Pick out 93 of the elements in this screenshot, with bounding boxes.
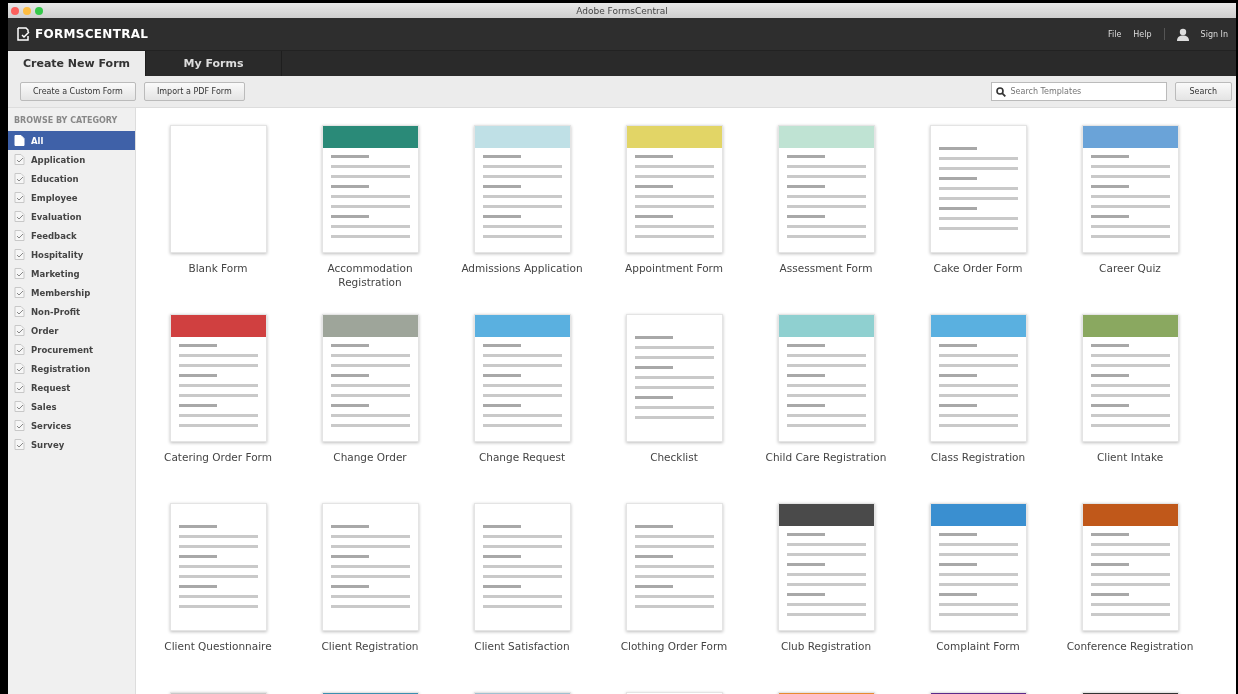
tab[interactable]: Create New Form bbox=[8, 51, 146, 76]
template-name[interactable]: Client Intake bbox=[1060, 450, 1200, 464]
form-thumbnail[interactable] bbox=[321, 125, 419, 253]
template-name[interactable]: Catering Order Form bbox=[148, 450, 288, 464]
template-name[interactable]: Cake Order Form bbox=[908, 261, 1048, 275]
template-name[interactable]: Club Registration bbox=[756, 639, 896, 653]
form-thumbnail[interactable] bbox=[625, 314, 723, 442]
template-name[interactable]: Child Care Registration bbox=[756, 450, 896, 464]
form-thumbnail[interactable] bbox=[1081, 503, 1179, 631]
search-button[interactable]: Search bbox=[1174, 82, 1232, 101]
category-item[interactable]: Employee bbox=[8, 188, 135, 207]
category-item[interactable]: Education bbox=[8, 169, 135, 188]
document-icon bbox=[14, 401, 25, 412]
user-icon[interactable] bbox=[1176, 27, 1189, 41]
document-icon bbox=[14, 306, 25, 317]
search-icon bbox=[995, 87, 1006, 97]
document-icon bbox=[14, 230, 25, 241]
form-thumbnail[interactable] bbox=[625, 125, 723, 253]
document-icon bbox=[14, 363, 25, 374]
form-logo-icon bbox=[16, 27, 30, 41]
form-thumbnail[interactable] bbox=[625, 503, 723, 631]
form-thumbnail[interactable] bbox=[473, 125, 571, 253]
form-thumbnail[interactable] bbox=[169, 125, 267, 253]
document-icon bbox=[14, 173, 25, 184]
template-name[interactable]: Complaint Form bbox=[908, 639, 1048, 653]
category-item[interactable]: Request bbox=[8, 378, 135, 397]
form-thumbnail[interactable] bbox=[169, 503, 267, 631]
template-name[interactable]: Change Request bbox=[452, 450, 592, 464]
category-item[interactable]: Survey bbox=[8, 435, 135, 454]
search-field[interactable]: Search Templates bbox=[990, 82, 1167, 101]
template-name[interactable]: Client Satisfaction bbox=[452, 639, 592, 653]
form-thumbnail[interactable] bbox=[1081, 314, 1179, 442]
category-item[interactable]: Order bbox=[8, 321, 135, 340]
form-thumbnail[interactable] bbox=[777, 125, 875, 253]
form-thumbnail[interactable] bbox=[473, 503, 571, 631]
sidebar-heading: BROWSE BY CATEGORY bbox=[13, 115, 119, 127]
close-button[interactable] bbox=[11, 6, 19, 15]
template-name[interactable]: Client Registration bbox=[300, 639, 440, 653]
template-name[interactable]: Clothing Order Form bbox=[604, 639, 744, 653]
template-name[interactable]: Checklist bbox=[604, 450, 744, 464]
category-item[interactable]: All bbox=[8, 131, 135, 150]
window-title: Adobe FormsCentral bbox=[575, 5, 669, 16]
zoom-button[interactable] bbox=[35, 6, 43, 15]
document-icon bbox=[14, 287, 25, 298]
toolbar-button[interactable]: Create a Custom Form bbox=[20, 82, 136, 101]
form-thumbnail[interactable] bbox=[929, 314, 1027, 442]
template-name[interactable]: Career Quiz bbox=[1060, 261, 1200, 275]
form-thumbnail[interactable] bbox=[777, 314, 875, 442]
form-thumbnail[interactable] bbox=[321, 503, 419, 631]
category-item[interactable]: Registration bbox=[8, 359, 135, 378]
category-item[interactable]: Membership bbox=[8, 283, 135, 302]
document-icon bbox=[14, 249, 25, 260]
template-name[interactable]: Admissions Application bbox=[452, 261, 592, 275]
category-item[interactable]: Services bbox=[8, 416, 135, 435]
document-icon bbox=[14, 211, 25, 222]
category-item[interactable]: Non-Profit bbox=[8, 302, 135, 321]
category-item[interactable]: Sales bbox=[8, 397, 135, 416]
template-name[interactable]: Class Registration bbox=[908, 450, 1048, 464]
category-item[interactable]: Hospitality bbox=[8, 245, 135, 264]
category-item[interactable]: Evaluation bbox=[8, 207, 135, 226]
template-name[interactable]: Assessment Form bbox=[756, 261, 896, 275]
document-icon bbox=[14, 439, 25, 450]
document-icon bbox=[14, 325, 25, 336]
category-item[interactable]: Application bbox=[8, 150, 135, 169]
form-thumbnail[interactable] bbox=[1081, 125, 1179, 253]
document-icon bbox=[14, 268, 25, 279]
form-thumbnail[interactable] bbox=[929, 503, 1027, 631]
document-icon bbox=[14, 344, 25, 355]
category-item[interactable]: Marketing bbox=[8, 264, 135, 283]
document-icon bbox=[14, 135, 25, 146]
form-thumbnail[interactable] bbox=[321, 314, 419, 442]
document-icon bbox=[14, 192, 25, 203]
document-icon bbox=[14, 382, 25, 393]
category-item[interactable]: Procurement bbox=[8, 340, 135, 359]
form-thumbnail[interactable] bbox=[929, 125, 1027, 253]
menu-item[interactable]: Help bbox=[1133, 29, 1152, 39]
template-name[interactable]: Client Questionnaire bbox=[148, 639, 288, 653]
template-name[interactable]: Blank Form bbox=[148, 261, 288, 275]
document-icon bbox=[14, 154, 25, 165]
minimize-button[interactable] bbox=[23, 6, 31, 15]
form-thumbnail[interactable] bbox=[777, 503, 875, 631]
document-icon bbox=[14, 420, 25, 431]
form-thumbnail[interactable] bbox=[473, 314, 571, 442]
template-name[interactable]: Appointment Form bbox=[604, 261, 744, 275]
toolbar-button[interactable]: Import a PDF Form bbox=[143, 82, 245, 101]
menu-item[interactable]: File bbox=[1107, 29, 1122, 39]
template-name[interactable]: Accommodation Registration bbox=[300, 261, 440, 289]
sign-in-link[interactable]: Sign In bbox=[1200, 29, 1228, 39]
template-name[interactable]: Conference Registration bbox=[1060, 639, 1200, 653]
app-logo-text: FORMSCENTRAL bbox=[35, 27, 149, 41]
template-name[interactable]: Change Order bbox=[300, 450, 440, 464]
form-thumbnail[interactable] bbox=[169, 314, 267, 442]
category-item[interactable]: Feedback bbox=[8, 226, 135, 245]
